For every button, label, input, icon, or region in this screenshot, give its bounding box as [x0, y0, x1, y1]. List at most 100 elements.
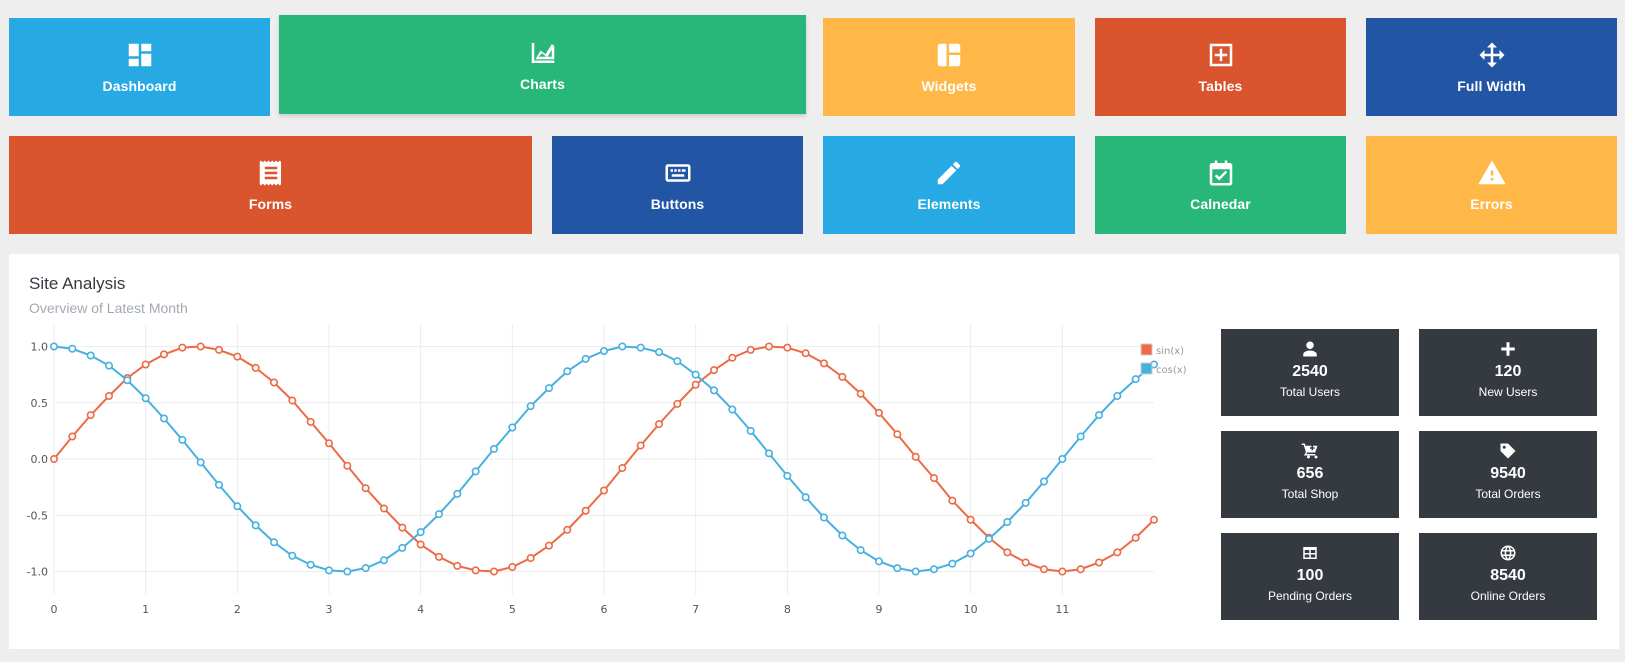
data-point — [599, 347, 608, 356]
data-point — [654, 420, 663, 429]
data-point — [783, 343, 792, 352]
data-point — [1113, 548, 1122, 557]
stat-pending-orders[interactable]: 100 Pending Orders — [1221, 533, 1399, 620]
data-point — [1040, 565, 1049, 574]
data-point — [581, 354, 590, 363]
data-point — [489, 567, 498, 576]
stat-value: 9540 — [1490, 465, 1526, 482]
tile-elements-label: Elements — [917, 196, 981, 212]
tile-full-width[interactable]: Full Width — [1366, 18, 1617, 116]
data-point — [911, 567, 920, 576]
area-chart-icon — [528, 38, 558, 68]
table-icon — [1300, 543, 1320, 563]
x-tick-label: 9 — [876, 603, 883, 616]
data-point — [306, 560, 315, 569]
data-point — [105, 392, 114, 401]
tile-widgets-label: Widgets — [921, 78, 977, 94]
tile-errors-label: Errors — [1470, 196, 1513, 212]
data-point — [1095, 411, 1104, 420]
x-tick-label: 3 — [326, 603, 333, 616]
data-point — [160, 350, 169, 359]
data-point — [233, 502, 242, 511]
data-point — [618, 342, 627, 351]
data-point — [49, 455, 58, 464]
stat-value: 120 — [1494, 363, 1522, 380]
stat-label: Online Orders — [1470, 589, 1546, 603]
tile-buttons-label: Buttons — [650, 196, 705, 212]
y-tick-label: 1.0 — [31, 341, 49, 354]
data-point — [453, 561, 462, 570]
tile-buttons[interactable]: Buttons — [552, 136, 803, 234]
data-point — [215, 480, 224, 489]
collage-icon — [934, 40, 964, 70]
stat-label: New Users — [1478, 385, 1538, 399]
data-point — [379, 504, 388, 513]
data-point — [196, 342, 205, 351]
tile-dashboard[interactable]: Dashboard — [9, 18, 270, 116]
data-point — [563, 367, 572, 376]
data-point — [306, 417, 315, 426]
stat-total-users[interactable]: 2540 Total Users — [1221, 329, 1399, 416]
data-point — [434, 552, 443, 561]
tile-tables[interactable]: Tables — [1095, 18, 1346, 116]
pencil-icon — [934, 158, 964, 188]
data-point — [123, 376, 132, 385]
data-point — [911, 452, 920, 461]
data-point — [471, 467, 480, 476]
legend-swatch — [1140, 343, 1153, 356]
data-point — [893, 564, 902, 573]
legend-label: cos(x) — [1156, 365, 1187, 376]
data-point — [434, 510, 443, 519]
stat-new-users[interactable]: 120 New Users — [1419, 329, 1597, 416]
tile-widgets[interactable]: Widgets — [823, 18, 1075, 116]
data-point — [1076, 565, 1085, 574]
data-point — [343, 461, 352, 470]
y-tick-label: 0.0 — [31, 453, 49, 466]
tile-errors[interactable]: Errors — [1366, 136, 1617, 234]
tile-forms[interactable]: Forms — [9, 136, 532, 234]
tile-tables-label: Tables — [1198, 78, 1243, 94]
data-point — [1131, 533, 1140, 542]
tile-dashboard-label: Dashboard — [102, 78, 177, 94]
data-point — [1131, 375, 1140, 384]
data-point — [1021, 498, 1030, 507]
stat-label: Pending Orders — [1267, 589, 1353, 603]
tile-full-width-label: Full Width — [1457, 78, 1526, 94]
tile-calendar[interactable]: Calnedar — [1095, 136, 1346, 234]
tile-elements[interactable]: Elements — [823, 136, 1075, 234]
y-tick-label: -0.5 — [27, 509, 48, 522]
data-point — [86, 411, 95, 420]
y-tick-label: 0.5 — [31, 397, 49, 410]
tile-forms-label: Forms — [248, 196, 293, 212]
data-point — [215, 345, 224, 354]
data-point — [269, 538, 278, 547]
x-tick-label: 10 — [964, 603, 978, 616]
tile-charts[interactable]: Charts — [279, 15, 806, 114]
plus-icon — [1498, 339, 1518, 359]
data-point — [966, 549, 975, 558]
data-point — [1095, 558, 1104, 567]
x-tick-label: 11 — [1055, 603, 1069, 616]
data-point — [398, 543, 407, 552]
data-point — [984, 534, 993, 543]
user-icon — [1300, 339, 1320, 359]
data-point — [489, 444, 498, 453]
legend-swatch — [1140, 362, 1153, 375]
data-point — [801, 493, 810, 502]
data-point — [379, 556, 388, 565]
data-point — [288, 551, 297, 560]
stat-total-shop[interactable]: 656 Total Shop — [1221, 431, 1399, 518]
data-point — [636, 441, 645, 450]
tile-calendar-label: Calnedar — [1190, 196, 1251, 212]
stat-label: Total Shop — [1281, 487, 1339, 501]
stat-value: 100 — [1296, 567, 1324, 584]
stat-value: 656 — [1296, 465, 1324, 482]
data-point — [893, 430, 902, 439]
x-tick-label: 1 — [142, 603, 149, 616]
stat-total-orders[interactable]: 9540 Total Orders — [1419, 431, 1597, 518]
data-point — [1058, 455, 1067, 464]
stat-online-orders[interactable]: 8540 Online Orders — [1419, 533, 1597, 620]
data-point — [68, 432, 77, 441]
data-point — [288, 396, 297, 405]
data-point — [838, 531, 847, 540]
